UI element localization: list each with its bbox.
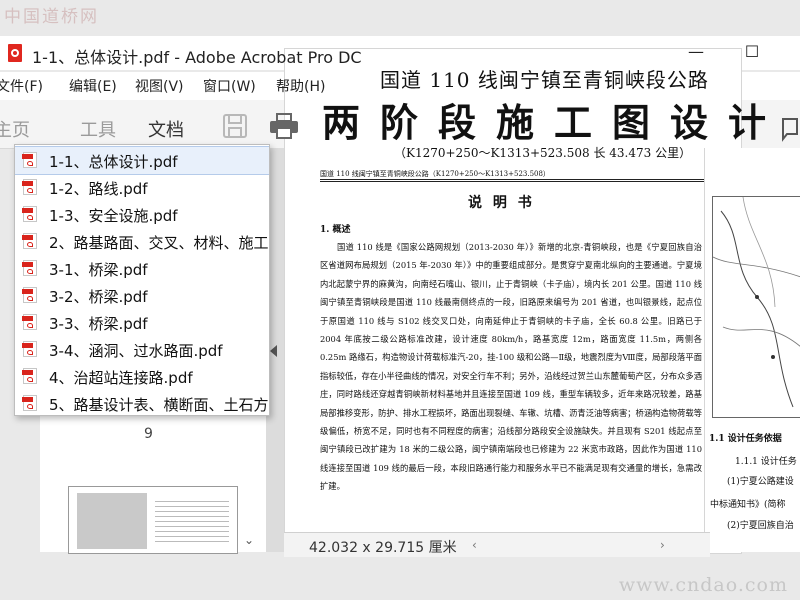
- maximize-button[interactable]: ☐: [742, 42, 762, 62]
- thumbnail-map: [77, 493, 147, 549]
- header-rule-2: [320, 181, 704, 182]
- open-files-popup: 1-1、总体设计.pdf 1-2、路线.pdf 1-3、安全设施.pdf 2、路…: [14, 144, 270, 416]
- file-label: 1-2、路线.pdf: [49, 180, 148, 198]
- file-item[interactable]: 1-2、路线.pdf: [15, 174, 269, 201]
- print-icon[interactable]: [268, 112, 300, 140]
- side-text-3: (2)宁夏回族自治: [727, 521, 794, 531]
- side-text-2: 中标通知书》(简称: [710, 500, 786, 510]
- pdf-file-icon: [22, 314, 37, 330]
- acrobat-app-icon: [8, 44, 22, 62]
- file-label: 3-3、桥梁.pdf: [49, 315, 148, 333]
- watermark-bottom: www.cndao.com: [618, 574, 788, 596]
- doc-title-line1: 国道 110 线闽宁镇至青铜峡段公路: [380, 68, 709, 92]
- acrobat-window: 中国道桥网 1-1、总体设计.pdf - Adobe Acrobat Pro D…: [0, 0, 800, 600]
- file-item[interactable]: 1-3、安全设施.pdf: [15, 201, 269, 228]
- doc-body: 国道 110 线是《国家公路网规划（2013-2030 年）》新增的北京-青铜峡…: [320, 238, 702, 496]
- pdf-file-icon: [22, 287, 37, 303]
- save-icon[interactable]: [221, 112, 249, 140]
- menu-help[interactable]: 帮助(H): [276, 76, 325, 96]
- doc-paragraph: 国道 110 线是《国家公路网规划（2013-2030 年）》新增的北京-青铜峡…: [320, 242, 702, 492]
- side-subheading: 1.1.1 设计任务: [735, 457, 797, 467]
- menu-window[interactable]: 窗口(W): [203, 76, 256, 96]
- doc-section-title: 说 明 书: [468, 195, 535, 211]
- route-map-drawing: [713, 197, 800, 408]
- file-item[interactable]: 3-1、桥梁.pdf: [15, 255, 269, 282]
- file-label: 3-1、桥梁.pdf: [49, 261, 148, 279]
- scroll-down-arrow-icon[interactable]: ⌄: [244, 533, 254, 547]
- file-item[interactable]: 3-3、桥梁.pdf: [15, 309, 269, 336]
- doc-heading: 1. 概述: [320, 225, 351, 235]
- doc-range: （K1270+250～K1313+523.508 长 43.473 公里）: [394, 146, 692, 160]
- doc-title-line2: 两阶段施工图设计: [322, 100, 787, 145]
- scroll-right-icon[interactable]: ›: [660, 538, 665, 552]
- pdf-file-icon: [22, 179, 37, 195]
- file-item[interactable]: 3-4、涵洞、过水路面.pdf: [15, 336, 269, 363]
- file-label: 1-3、安全设施.pdf: [49, 207, 178, 225]
- page-thumbnail[interactable]: [68, 486, 238, 554]
- minimize-button[interactable]: —: [686, 42, 706, 62]
- collapse-panel-arrow-icon[interactable]: [270, 345, 277, 357]
- pdf-file-icon: [22, 260, 37, 276]
- file-label: 3-2、桥梁.pdf: [49, 288, 148, 306]
- file-item[interactable]: 3-2、桥梁.pdf: [15, 282, 269, 309]
- file-label: 4、治超站连接路.pdf: [49, 369, 193, 387]
- file-label: 2、路基路面、交叉、材料、施工: [49, 234, 269, 252]
- pdf-file-icon: [22, 233, 37, 249]
- page-size-readout: 42.032 x 29.715 厘米: [309, 540, 457, 556]
- window-title: 1-1、总体设计.pdf - Adobe Acrobat Pro DC: [32, 48, 362, 67]
- watermark-top: 中国道桥网: [4, 7, 99, 27]
- pdf-file-icon: [22, 206, 37, 222]
- pdf-file-icon: [22, 395, 37, 411]
- route-map: [712, 196, 800, 418]
- thumbnail-page-number: 9: [144, 426, 153, 442]
- tab-home[interactable]: 主页: [0, 116, 30, 142]
- thumbnail-text: [155, 497, 229, 545]
- menu-edit[interactable]: 编辑(E): [69, 76, 117, 96]
- doc-running-header: 国道 110 线闽宁镇至青铜峡段公路（K1270+250～K1313+523.5…: [320, 170, 550, 178]
- comment-icon[interactable]: [781, 116, 799, 142]
- tab-tools[interactable]: 工具: [80, 116, 116, 142]
- pdf-file-icon: [22, 152, 37, 168]
- file-item[interactable]: 4、治超站连接路.pdf: [15, 363, 269, 390]
- menu-view[interactable]: 视图(V): [135, 76, 184, 96]
- file-label: 5、路基设计表、横断面、土石方: [49, 396, 269, 414]
- pdf-file-icon: [22, 341, 37, 357]
- file-item[interactable]: 2、路基路面、交叉、材料、施工: [15, 228, 269, 255]
- pdf-file-icon: [22, 368, 37, 384]
- side-heading: 1.1 设计任务依据: [709, 434, 782, 444]
- file-item[interactable]: 1-1、总体设计.pdf: [15, 146, 269, 175]
- file-label: 3-4、涵洞、过水路面.pdf: [49, 342, 223, 360]
- scroll-left-icon[interactable]: ‹: [472, 538, 477, 552]
- file-item[interactable]: 5、路基设计表、横断面、土石方: [15, 390, 269, 415]
- file-label: 1-1、总体设计.pdf: [49, 153, 178, 171]
- tab-document[interactable]: 文档: [148, 116, 184, 142]
- menu-file[interactable]: 文件(F): [0, 76, 43, 96]
- header-rule: [320, 179, 704, 180]
- side-text-1: (1)宁夏公路建设: [727, 477, 794, 487]
